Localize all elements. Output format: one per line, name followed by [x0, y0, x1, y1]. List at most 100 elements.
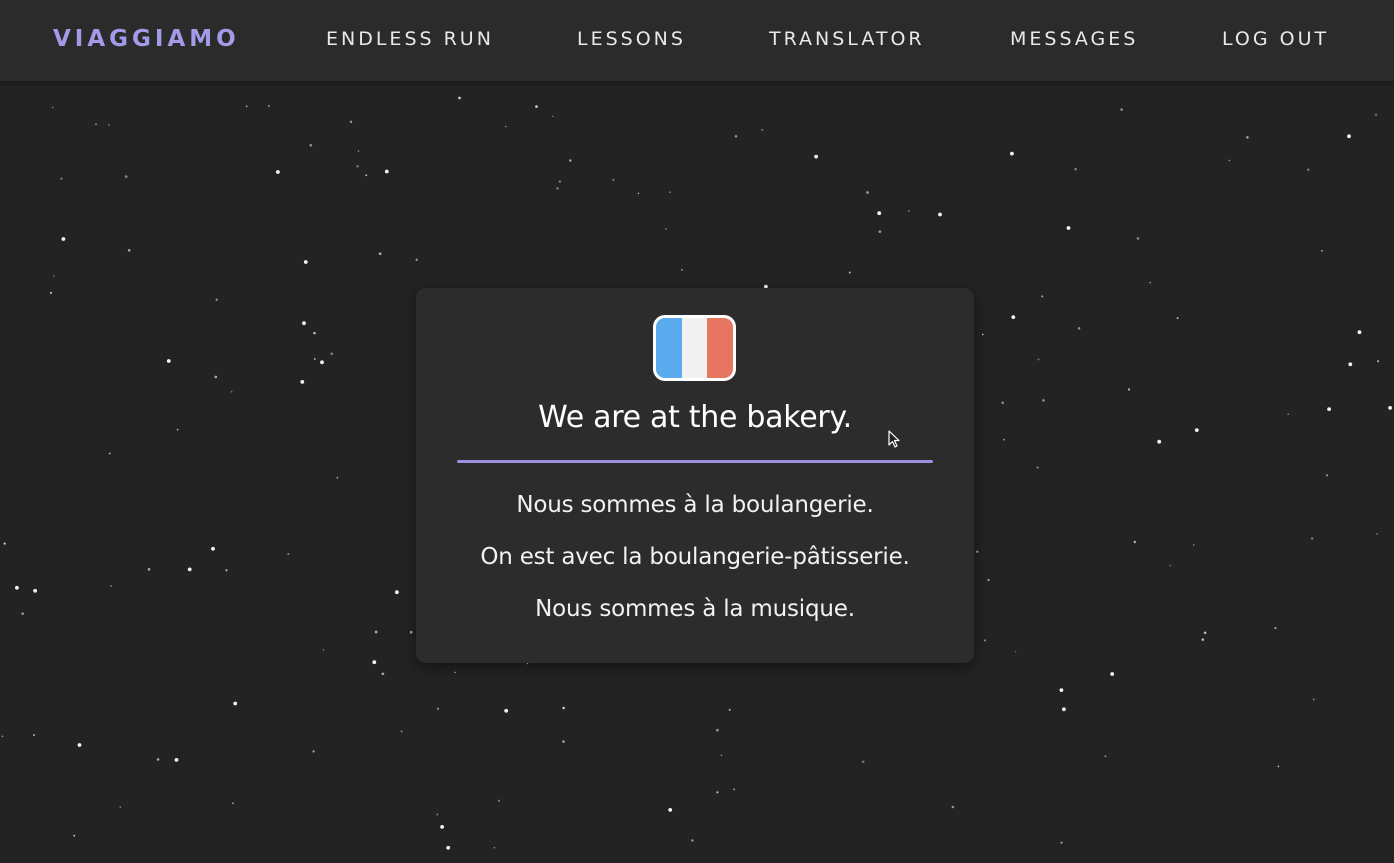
- star: [320, 360, 324, 365]
- star: [1011, 315, 1016, 319]
- star: [716, 728, 719, 732]
- star: [1059, 688, 1064, 692]
- star: [357, 150, 360, 152]
- star: [1274, 626, 1277, 630]
- brand-logo[interactable]: VIAGGIAMO: [53, 26, 240, 52]
- star: [174, 758, 179, 762]
- star: [504, 708, 509, 713]
- star: [225, 569, 228, 572]
- star: [1060, 841, 1063, 844]
- star: [1, 735, 4, 738]
- star: [245, 105, 248, 108]
- star: [1287, 413, 1289, 415]
- star: [268, 105, 270, 107]
- star: [1074, 167, 1077, 171]
- star: [562, 706, 565, 710]
- answer-option-1[interactable]: Nous sommes à la boulangerie.: [416, 492, 974, 518]
- star: [1037, 358, 1040, 361]
- star: [3, 542, 6, 545]
- star: [215, 298, 218, 301]
- flag-blue-stripe: [656, 318, 682, 378]
- star: [728, 708, 731, 712]
- star: [440, 825, 444, 829]
- star: [108, 124, 110, 126]
- star: [1157, 439, 1162, 444]
- star: [556, 187, 559, 190]
- star: [458, 96, 461, 100]
- star: [878, 230, 882, 233]
- star: [384, 169, 389, 174]
- star: [1201, 638, 1205, 641]
- star: [276, 170, 280, 174]
- star: [1374, 113, 1378, 117]
- star: [60, 177, 63, 180]
- star: [877, 211, 882, 216]
- star: [1014, 650, 1017, 653]
- star: [951, 805, 955, 809]
- star: [1001, 401, 1004, 404]
- star: [356, 164, 359, 168]
- star: [230, 390, 233, 393]
- star: [312, 750, 315, 753]
- star: [77, 743, 82, 747]
- star: [95, 123, 97, 126]
- answer-option-2[interactable]: On est avec la boulangerie-pâtisserie.: [416, 544, 974, 570]
- prompt-divider: [457, 460, 933, 463]
- star: [302, 321, 306, 326]
- star: [454, 671, 456, 674]
- star: [1321, 249, 1323, 252]
- star: [415, 258, 418, 261]
- star: [1003, 438, 1006, 441]
- star: [1203, 631, 1207, 635]
- star: [1377, 360, 1380, 363]
- star: [211, 546, 215, 551]
- star: [108, 452, 111, 455]
- star: [668, 808, 673, 812]
- star: [330, 352, 333, 355]
- star: [983, 639, 986, 642]
- star: [349, 120, 353, 124]
- star: [446, 845, 451, 850]
- star: [1246, 136, 1249, 139]
- star: [365, 174, 368, 177]
- nav-endless-run[interactable]: ENDLESS RUN: [326, 28, 494, 50]
- star: [569, 159, 572, 162]
- star: [322, 649, 325, 651]
- star: [33, 588, 37, 593]
- star: [147, 568, 151, 571]
- star: [1312, 698, 1315, 701]
- star: [551, 115, 554, 118]
- star: [110, 585, 112, 587]
- star: [395, 590, 399, 595]
- star: [691, 839, 694, 842]
- star: [176, 428, 179, 431]
- star: [1062, 707, 1066, 712]
- star: [1388, 406, 1392, 410]
- star: [437, 707, 439, 710]
- question-card: We are at the bakery. Nous sommes à la b…: [416, 288, 974, 663]
- star: [938, 212, 942, 217]
- answer-option-3[interactable]: Nous sommes à la musique.: [416, 596, 974, 622]
- nav-lessons[interactable]: LESSONS: [577, 28, 686, 50]
- star: [124, 175, 128, 178]
- star: [976, 550, 979, 553]
- star: [61, 237, 66, 241]
- star: [336, 476, 339, 479]
- star: [987, 578, 990, 582]
- star: [166, 359, 171, 363]
- star: [1325, 474, 1329, 477]
- star: [1348, 362, 1353, 367]
- star: [637, 192, 640, 195]
- star: [1149, 281, 1152, 284]
- star: [1194, 428, 1199, 432]
- star: [907, 210, 910, 212]
- app-page: VIAGGIAMO ENDLESS RUN LESSONS TRANSLATOR…: [0, 0, 1394, 863]
- star: [1110, 672, 1115, 676]
- nav-translator[interactable]: TRANSLATOR: [769, 28, 925, 50]
- star: [1357, 330, 1362, 335]
- star: [300, 380, 305, 384]
- nav-messages[interactable]: MESSAGES: [1010, 28, 1138, 50]
- nav-log-out[interactable]: LOG OUT: [1222, 28, 1329, 50]
- france-flag-icon: [653, 315, 736, 381]
- star: [505, 125, 507, 128]
